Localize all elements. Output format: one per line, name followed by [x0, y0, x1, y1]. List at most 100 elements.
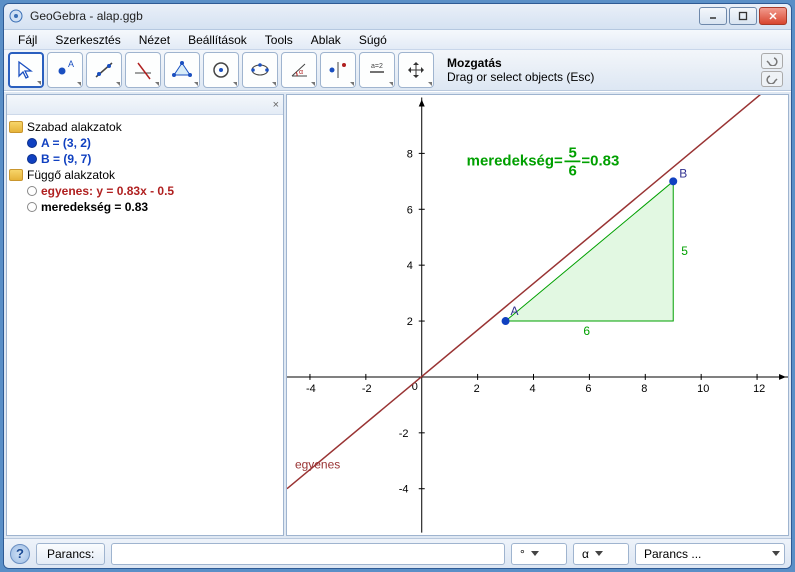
menu-help[interactable]: Súgó	[351, 31, 395, 49]
slope-triangle[interactable]	[506, 182, 674, 322]
svg-text:10: 10	[697, 383, 709, 395]
folder-free[interactable]: Szabad alakzatok	[9, 119, 281, 135]
algebra-tree[interactable]: Szabad alakzatok A = (3, 2) B = (9, 7) F…	[7, 115, 283, 219]
svg-text:12: 12	[753, 383, 765, 395]
main-body: × Szabad alakzatok A = (3, 2) B = (9, 7)…	[4, 91, 791, 538]
svg-text:a=2: a=2	[371, 63, 383, 70]
cursor-icon	[15, 59, 37, 81]
svg-text:meredekség=: meredekség=	[467, 153, 563, 170]
rise-label: 5	[681, 244, 688, 258]
item-b[interactable]: B = (9, 7)	[9, 151, 281, 167]
tool-move-view[interactable]	[398, 52, 434, 88]
tool-conic[interactable]	[242, 52, 278, 88]
angle-icon: α	[288, 59, 310, 81]
menu-tools[interactable]: Tools	[257, 31, 301, 49]
visibility-dot[interactable]	[27, 202, 37, 212]
graphics-view[interactable]: -4-224681012 -4-22468 0 egyenes 6 5 mere…	[286, 94, 789, 536]
folder-dep-label: Függő alakzatok	[27, 168, 115, 182]
degree-dropdown[interactable]: °	[511, 543, 567, 565]
tool-perpendicular[interactable]	[125, 52, 161, 88]
help-button[interactable]: ?	[10, 544, 30, 564]
alpha-dropdown[interactable]: α	[573, 543, 629, 565]
polygon-icon	[171, 59, 193, 81]
point-icon: A	[54, 59, 76, 81]
undo-button[interactable]	[761, 53, 783, 69]
tool-move[interactable]	[8, 52, 44, 88]
graph-canvas[interactable]: -4-224681012 -4-22468 0 egyenes 6 5 mere…	[287, 95, 788, 535]
svg-text:8: 8	[641, 383, 647, 395]
reflect-icon	[327, 59, 349, 81]
chevron-down-icon	[595, 551, 603, 556]
slider-icon: a=2	[366, 59, 388, 81]
title-bar[interactable]: GeoGebra - alap.ggb	[4, 4, 791, 30]
tool-hint: Drag or select objects (Esc)	[447, 70, 594, 84]
tool-line[interactable]	[86, 52, 122, 88]
menu-edit[interactable]: Szerkesztés	[47, 31, 128, 49]
folder-icon	[9, 169, 23, 181]
status-bar: ? Parancs: ° α Parancs ...	[4, 538, 791, 568]
folder-dependent[interactable]: Függő alakzatok	[9, 167, 281, 183]
app-window: GeoGebra - alap.ggb Fájl Szerkesztés Néz…	[3, 3, 792, 569]
command-label[interactable]: Parancs:	[36, 543, 105, 565]
slope-formula: meredekség= 5 6 =0.83	[467, 145, 620, 180]
svg-text:-2: -2	[399, 428, 409, 440]
undo-redo-group	[761, 53, 787, 87]
svg-text:2: 2	[474, 383, 480, 395]
item-line-value: egyenes: y = 0.83x - 0.5	[41, 184, 174, 198]
tool-slider[interactable]: a=2	[359, 52, 395, 88]
point-b[interactable]	[669, 178, 677, 186]
svg-text:-2: -2	[362, 383, 372, 395]
svg-text:6: 6	[585, 383, 591, 395]
folder-free-label: Szabad alakzatok	[27, 120, 122, 134]
svg-text:=0.83: =0.83	[581, 153, 619, 170]
tool-polygon[interactable]	[164, 52, 200, 88]
minimize-button[interactable]	[699, 7, 727, 25]
svg-text:A: A	[68, 59, 74, 69]
tool-description: Mozgatás Drag or select objects (Esc)	[437, 54, 758, 86]
menu-window[interactable]: Ablak	[303, 31, 349, 49]
menu-file[interactable]: Fájl	[10, 31, 45, 49]
visibility-dot[interactable]	[27, 154, 37, 164]
menu-bar: Fájl Szerkesztés Nézet Beállítások Tools…	[4, 30, 791, 50]
svg-text:8: 8	[407, 149, 413, 161]
item-slope[interactable]: meredekség = 0.83	[9, 199, 281, 215]
item-b-value: B = (9, 7)	[41, 152, 91, 166]
item-a[interactable]: A = (3, 2)	[9, 135, 281, 151]
tool-circle[interactable]	[203, 52, 239, 88]
undo-icon	[765, 56, 779, 66]
algebra-close[interactable]: ×	[273, 99, 279, 111]
tool-bar: A α a=2 Mozgatás Drag or select objects …	[4, 50, 791, 91]
close-button[interactable]	[759, 7, 787, 25]
run-label: 6	[583, 324, 590, 338]
tool-transform[interactable]	[320, 52, 356, 88]
svg-text:4: 4	[407, 260, 413, 272]
tool-point[interactable]: A	[47, 52, 83, 88]
svg-text:4: 4	[530, 383, 536, 395]
item-slope-value: meredekség = 0.83	[41, 200, 148, 214]
perp-icon	[132, 59, 154, 81]
point-a-label: A	[511, 304, 519, 318]
command-input[interactable]	[111, 543, 505, 565]
item-line[interactable]: egyenes: y = 0.83x - 0.5	[9, 183, 281, 199]
algebra-header: ×	[7, 95, 283, 115]
menu-view[interactable]: Nézet	[131, 31, 178, 49]
line-icon	[93, 59, 115, 81]
folder-icon	[9, 121, 23, 133]
svg-text:-4: -4	[399, 484, 409, 496]
tool-angle[interactable]: α	[281, 52, 317, 88]
svg-text:2: 2	[407, 316, 413, 328]
visibility-dot[interactable]	[27, 186, 37, 196]
tool-title: Mozgatás	[447, 56, 748, 70]
chevron-down-icon	[772, 551, 780, 556]
point-a[interactable]	[502, 317, 510, 325]
visibility-dot[interactable]	[27, 138, 37, 148]
redo-button[interactable]	[761, 71, 783, 87]
menu-options[interactable]: Beállítások	[180, 31, 255, 49]
circle-icon	[210, 59, 232, 81]
item-a-value: A = (3, 2)	[41, 136, 91, 150]
svg-text:6: 6	[568, 163, 576, 180]
algebra-view: × Szabad alakzatok A = (3, 2) B = (9, 7)…	[6, 94, 284, 536]
command-dropdown[interactable]: Parancs ...	[635, 543, 785, 565]
maximize-button[interactable]	[729, 7, 757, 25]
pan-icon	[405, 59, 427, 81]
